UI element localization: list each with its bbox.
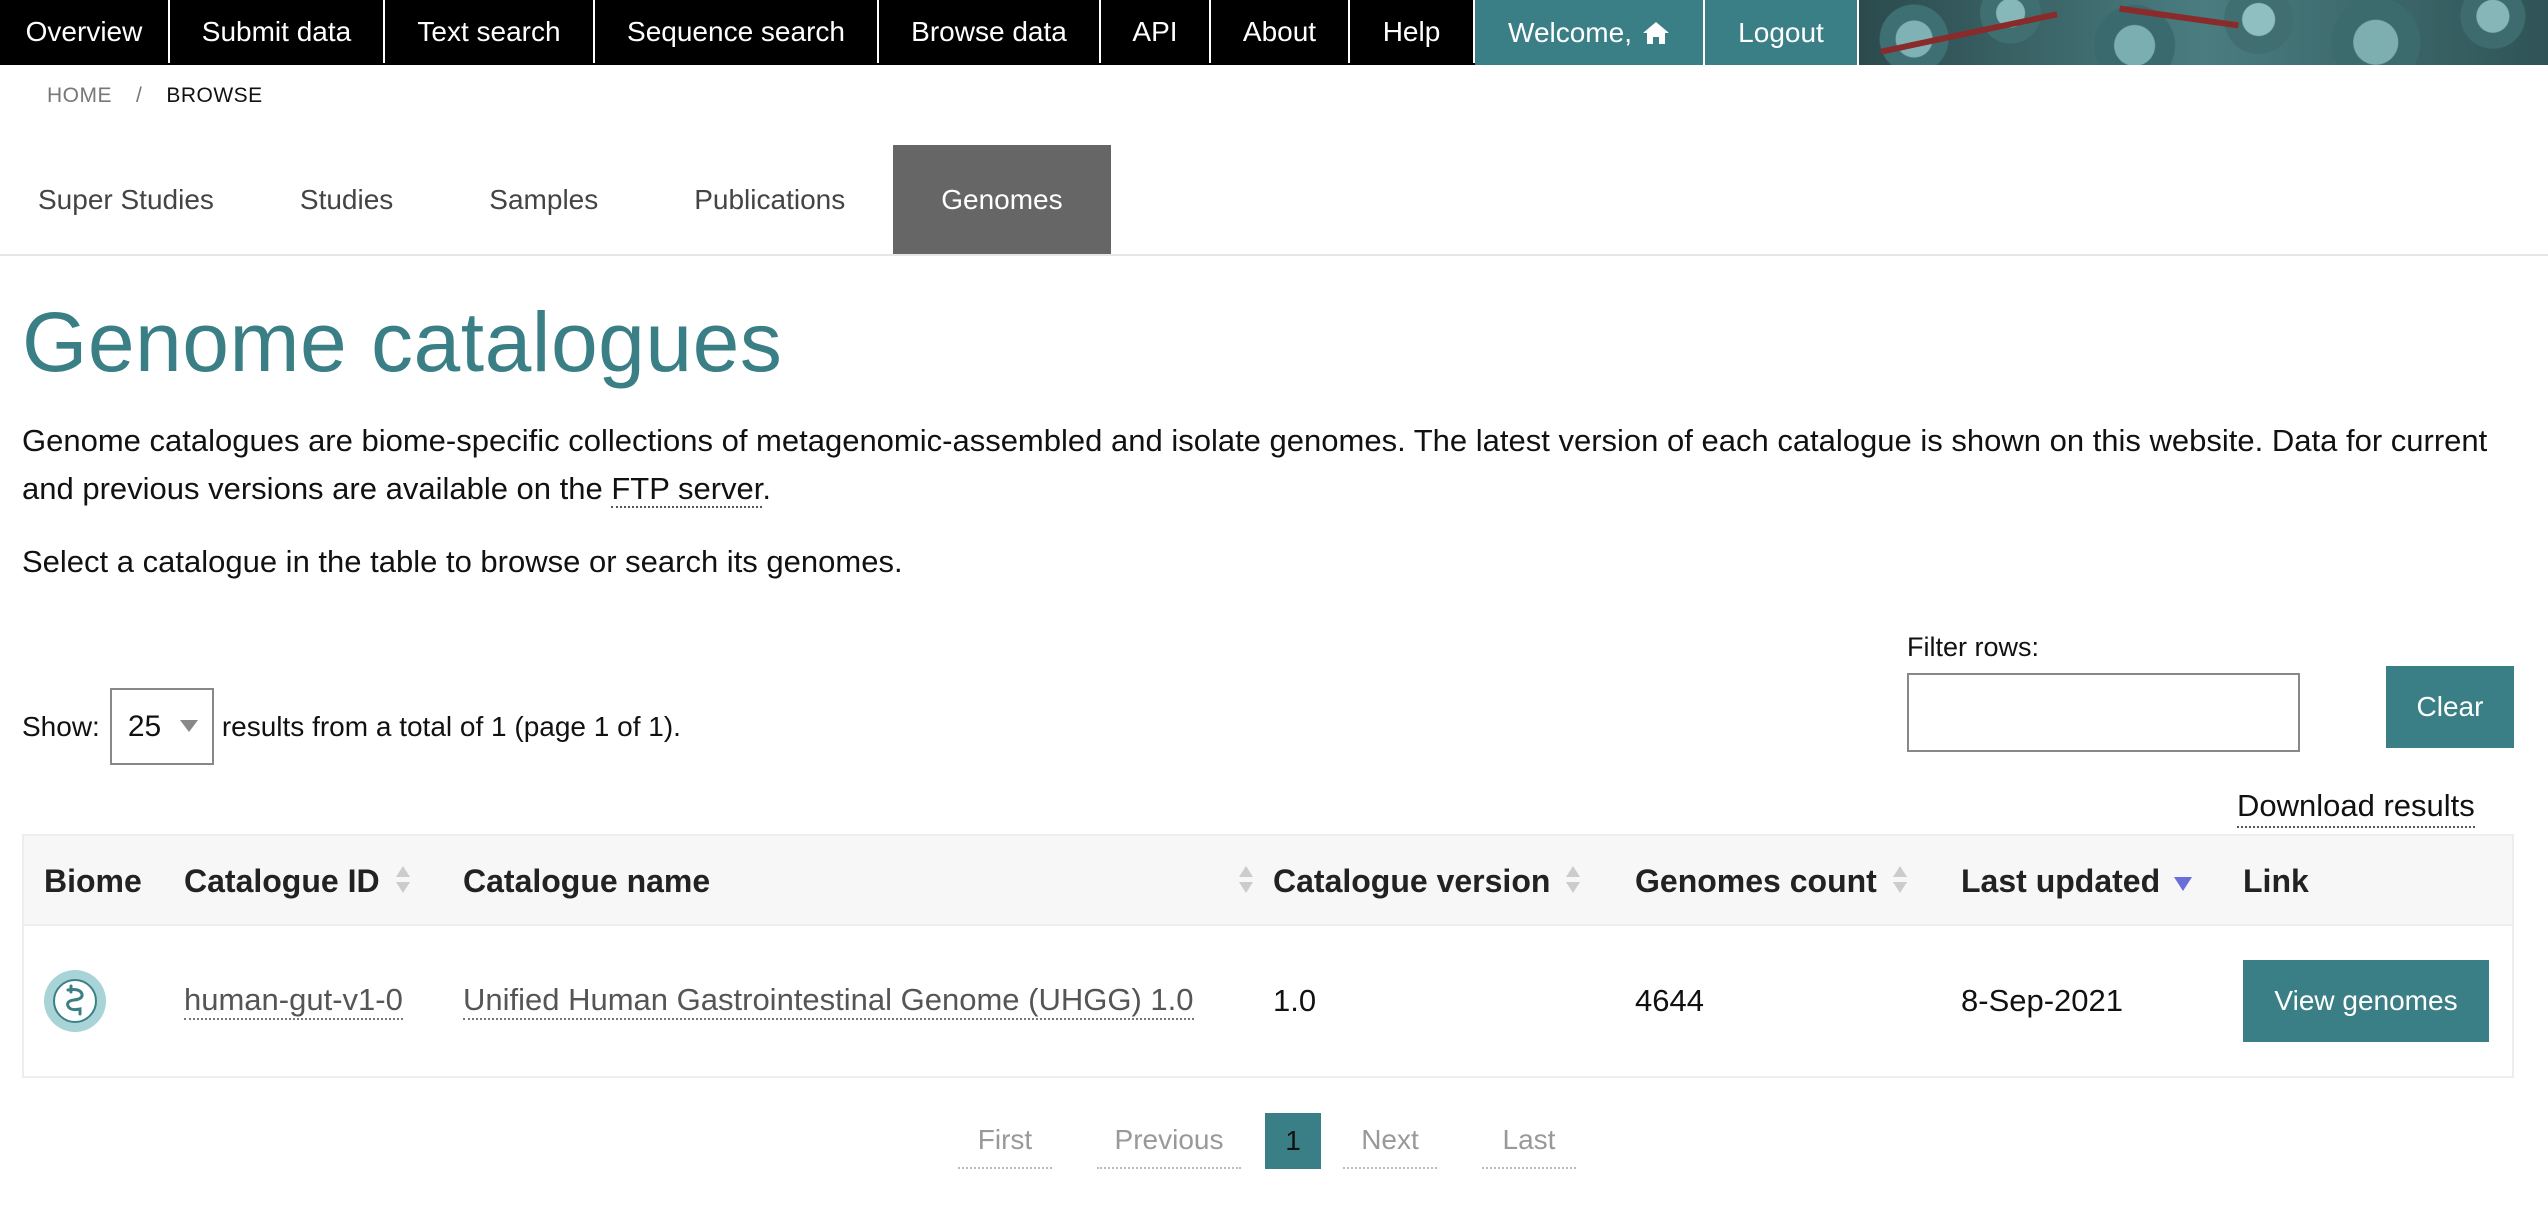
pagination-last[interactable]: Last [1482, 1113, 1576, 1169]
nav-about[interactable]: About [1211, 0, 1350, 63]
home-icon [1642, 20, 1670, 46]
header-catalogue-name[interactable]: Catalogue name [463, 836, 1253, 926]
catalogues-table: Biome Catalogue ID Catalogue name Catalo… [22, 834, 2514, 1078]
breadcrumb-current: BROWSE [166, 84, 263, 107]
show-label: Show: [22, 710, 100, 742]
sort-icon [395, 866, 410, 896]
catalogue-id-cell: human-gut-v1-0 [184, 926, 403, 1076]
welcome-label: Welcome, [1508, 16, 1632, 48]
filter-label: Filter rows: [1907, 632, 2040, 662]
biome-cell [44, 926, 106, 1076]
genomes-count-cell: 4644 [1635, 983, 1704, 1018]
pagination-current-page[interactable]: 1 [1265, 1113, 1321, 1169]
page-description: Genome catalogues are biome-specific col… [22, 417, 2522, 513]
nav-api[interactable]: API [1101, 0, 1211, 63]
description-text: Genome catalogues are biome-specific col… [22, 423, 2488, 506]
pagination-previous[interactable]: Previous [1097, 1113, 1241, 1169]
tab-studies[interactable]: Studies [252, 145, 441, 254]
header-link: Link [2243, 862, 2309, 899]
nav-submit-data[interactable]: Submit data [170, 0, 385, 63]
sort-icon [1239, 866, 1253, 896]
header-biome: Biome [44, 862, 142, 899]
browse-tabs: Super Studies Studies Samples Publicatio… [0, 145, 1111, 254]
sort-icon [1892, 866, 1907, 896]
breadcrumb-separator: / [136, 84, 143, 107]
sort-icon [1566, 866, 1581, 896]
tab-genomes[interactable]: Genomes [893, 145, 1111, 254]
nav-help[interactable]: Help [1350, 0, 1475, 63]
sort-descending-icon [2174, 877, 2193, 891]
nav-browse-data[interactable]: Browse data [879, 0, 1101, 63]
page-size-control: Show: 25 results from a total of 1 (page… [22, 688, 681, 765]
breadcrumb: HOME / BROWSE [47, 84, 263, 108]
nav-text-search[interactable]: Text search [385, 0, 595, 63]
description-end: . [762, 471, 772, 506]
breadcrumb-home[interactable]: HOME [47, 84, 112, 108]
table-header: Biome Catalogue ID Catalogue name Catalo… [24, 836, 2512, 926]
pagination-next[interactable]: Next [1343, 1113, 1437, 1169]
results-summary: results from a total of 1 (page 1 of 1). [221, 710, 681, 742]
header-catalogue-id[interactable]: Catalogue ID [184, 836, 410, 926]
filter-rows-input[interactable] [1907, 673, 2300, 752]
select-note: Select a catalogue in the table to brows… [22, 544, 903, 579]
page-size-select[interactable]: 25 [109, 688, 214, 765]
clear-button[interactable]: Clear [2386, 666, 2514, 748]
link-cell: View genomes [2243, 926, 2489, 1076]
table-row: human-gut-v1-0 Unified Human Gastrointes… [24, 926, 2512, 1076]
last-updated-cell: 8-Sep-2021 [1961, 983, 2124, 1018]
tabs-divider [0, 254, 2548, 256]
chevron-down-icon [179, 720, 198, 732]
nav-logout[interactable]: Logout [1705, 0, 1859, 65]
ftp-server-link[interactable]: FTP server [611, 471, 763, 508]
catalogue-id-link[interactable]: human-gut-v1-0 [184, 982, 403, 1020]
header-genomes-count[interactable]: Genomes count [1635, 836, 1907, 926]
catalogue-name-cell: Unified Human Gastrointestinal Genome (U… [463, 926, 1194, 1076]
page-size-value: 25 [127, 709, 162, 743]
header-last-updated[interactable]: Last updated [1961, 836, 2193, 926]
human-digestive-system-icon [44, 970, 106, 1032]
view-genomes-button[interactable]: View genomes [2243, 960, 2489, 1042]
download-results-link[interactable]: Download results [2237, 788, 2475, 828]
nav-welcome[interactable]: Welcome, [1475, 0, 1705, 65]
catalogue-name-link[interactable]: Unified Human Gastrointestinal Genome (U… [463, 982, 1194, 1020]
top-navigation: Overview Submit data Text search Sequenc… [0, 0, 2548, 65]
page-title: Genome catalogues [22, 295, 783, 389]
tab-samples[interactable]: Samples [441, 145, 646, 254]
pagination-first[interactable]: First [958, 1113, 1052, 1169]
catalogue-version-cell: 1.0 [1273, 983, 1317, 1018]
tab-publications[interactable]: Publications [646, 145, 893, 254]
nav-overview[interactable]: Overview [0, 0, 170, 63]
tab-super-studies[interactable]: Super Studies [0, 145, 252, 254]
header-banner-image [1859, 0, 2548, 65]
header-catalogue-version[interactable]: Catalogue version [1273, 836, 1581, 926]
nav-sequence-search[interactable]: Sequence search [595, 0, 879, 63]
